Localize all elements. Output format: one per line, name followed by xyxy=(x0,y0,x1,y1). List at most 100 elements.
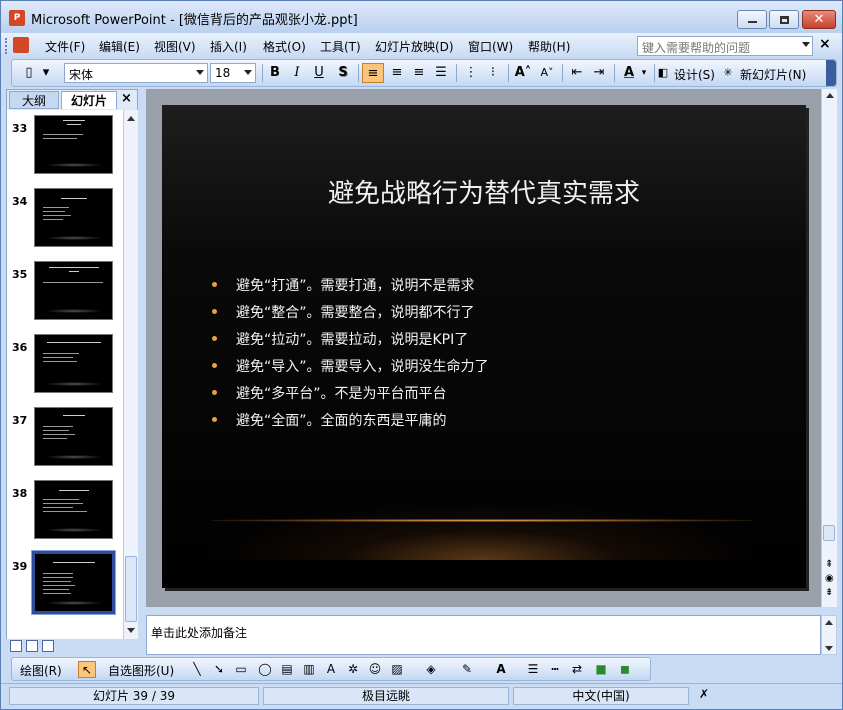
new-document-icon[interactable]: ▯ xyxy=(18,63,40,83)
window-title: Microsoft PowerPoint - [微信背后的产品观张小龙.ppt] xyxy=(31,13,358,28)
menu-insert[interactable]: 插入(I) xyxy=(210,38,247,55)
shadow-button[interactable]: S xyxy=(332,63,354,83)
bullet-text: 避免“打通”。需要打通，说明不是需求 xyxy=(236,278,475,294)
scroll-up-icon[interactable] xyxy=(826,93,834,98)
menu-edit[interactable]: 编辑(E) xyxy=(99,38,140,55)
numbered-list-icon[interactable]: ⋮ xyxy=(460,63,482,83)
next-slide-icon[interactable]: ⇟ xyxy=(825,587,833,599)
help-search-input[interactable]: 键入需要帮助的问题 xyxy=(637,36,813,56)
italic-button[interactable]: I xyxy=(286,63,308,83)
spelling-check-icon[interactable]: ✗ xyxy=(699,687,709,701)
font-color-dropdown-icon[interactable]: ▾ xyxy=(638,63,650,83)
line-color-icon[interactable]: ✎ xyxy=(458,661,476,678)
arrow-style-icon[interactable]: ⇄ xyxy=(568,661,586,678)
scrollbar-thumb[interactable] xyxy=(125,556,137,622)
thumbnail-text-line xyxy=(43,511,87,512)
slide-scrollbar[interactable]: ⇞ ◉ ⇟ xyxy=(821,89,837,607)
slide-title[interactable]: 避免战略行为替代真实需求 xyxy=(162,173,806,210)
align-center-icon[interactable]: ≡ xyxy=(386,63,408,83)
maximize-button[interactable] xyxy=(769,10,799,29)
menu-format[interactable]: 格式(O) xyxy=(263,38,306,55)
shadow-style-icon[interactable]: ■ xyxy=(592,661,610,678)
diagram-icon[interactable]: ✲ xyxy=(344,661,362,678)
slide-thumbnail-selected[interactable] xyxy=(31,550,116,615)
select-objects-icon[interactable]: ↖ xyxy=(78,661,96,678)
document-close-button[interactable]: × xyxy=(819,36,831,52)
menu-grip-handle[interactable] xyxy=(5,38,8,54)
notes-pane[interactable]: 单击此处添加备注 xyxy=(146,615,821,655)
underline-button[interactable]: U xyxy=(308,63,330,83)
slide-thumbnail[interactable] xyxy=(34,115,113,174)
scroll-up-icon[interactable] xyxy=(825,620,833,625)
font-color-icon[interactable]: A xyxy=(618,63,640,83)
scroll-down-icon[interactable] xyxy=(127,628,135,633)
document-icon[interactable] xyxy=(13,37,29,53)
slide-thumbnail[interactable] xyxy=(34,407,113,466)
thumbnail-text-line xyxy=(43,573,73,574)
vertical-textbox-icon[interactable]: ▥ xyxy=(300,661,318,678)
line-icon[interactable]: ╲ xyxy=(188,661,206,678)
slide-thumbnail[interactable] xyxy=(34,334,113,393)
notes-scrollbar[interactable] xyxy=(821,615,837,655)
align-right-icon[interactable]: ≡ xyxy=(408,63,430,83)
scrollbar-thumb[interactable] xyxy=(823,525,835,541)
toolbar-overflow-button[interactable] xyxy=(826,60,836,86)
menu-help[interactable]: 帮助(H) xyxy=(528,38,570,55)
select-object-icon[interactable]: ◉ xyxy=(825,573,834,585)
menu-slideshow[interactable]: 幻灯片放映(D) xyxy=(375,38,454,55)
toolbar-options-icon[interactable]: ▾ xyxy=(40,63,52,83)
slideshow-view-icon[interactable] xyxy=(42,640,54,652)
menu-file[interactable]: 文件(F) xyxy=(45,38,85,55)
normal-view-icon[interactable] xyxy=(10,640,22,652)
bold-button[interactable]: B xyxy=(264,63,286,83)
slide-bullet-list[interactable]: 避免“打通”。需要打通，说明不是需求 避免“整合”。需要整合，说明都不行了 避免… xyxy=(212,275,489,437)
font-name-select[interactable]: 宋体 xyxy=(64,63,208,83)
decrease-font-icon[interactable]: A˅ xyxy=(536,63,558,83)
autoshapes-button[interactable]: 自选图形(U) xyxy=(108,662,174,679)
justify-icon[interactable]: ☰ xyxy=(430,63,452,83)
previous-slide-icon[interactable]: ⇞ xyxy=(825,559,833,571)
current-slide[interactable]: 避免战略行为替代真实需求 避免“打通”。需要打通，说明不是需求 避免“整合”。需… xyxy=(162,105,806,588)
minimize-button[interactable] xyxy=(737,10,767,29)
thumbnail-glow xyxy=(45,455,103,459)
tab-slides[interactable]: 幻灯片 xyxy=(61,91,117,109)
menu-tools[interactable]: 工具(T) xyxy=(320,38,361,55)
thumbnail-scrollbar[interactable] xyxy=(123,110,138,640)
oval-icon[interactable]: ◯ xyxy=(256,661,274,678)
font-size-select[interactable]: 18 xyxy=(210,63,256,83)
chevron-down-icon[interactable] xyxy=(802,42,810,47)
design-button[interactable]: 设计(S) xyxy=(674,66,715,83)
bullet-list-icon[interactable]: ⁝ xyxy=(482,63,504,83)
slide-thumbnail[interactable] xyxy=(34,188,113,247)
increase-font-icon[interactable]: A˄ xyxy=(512,63,534,83)
tab-outline[interactable]: 大纲 xyxy=(9,91,59,109)
thumbnail-number: 38 xyxy=(12,487,28,500)
scroll-up-icon[interactable] xyxy=(127,116,135,121)
clipart-icon[interactable]: ☺ xyxy=(366,661,384,678)
rectangle-icon[interactable]: ▭ xyxy=(232,661,250,678)
increase-indent-icon[interactable]: ⇥ xyxy=(588,63,610,83)
toolbar-separator xyxy=(358,64,359,82)
slide-thumbnail[interactable] xyxy=(34,480,113,539)
menu-window[interactable]: 窗口(W) xyxy=(468,38,513,55)
align-left-icon[interactable]: ≡ xyxy=(362,63,384,83)
font-color-icon[interactable]: A xyxy=(492,661,510,678)
textbox-icon[interactable]: ▤ xyxy=(278,661,296,678)
powerpoint-icon[interactable]: P xyxy=(9,10,25,26)
close-button[interactable]: ✕ xyxy=(802,10,836,29)
fill-color-icon[interactable]: ◈ xyxy=(422,661,440,678)
arrow-icon[interactable]: ➘ xyxy=(210,661,228,678)
slide-sorter-view-icon[interactable] xyxy=(26,640,38,652)
panel-close-button[interactable]: × xyxy=(121,91,132,106)
menu-view[interactable]: 视图(V) xyxy=(154,38,196,55)
line-style-icon[interactable]: ☰ xyxy=(524,661,542,678)
scroll-down-icon[interactable] xyxy=(825,646,833,651)
new-slide-button[interactable]: 新幻灯片(N) xyxy=(740,66,806,83)
picture-icon[interactable]: ▨ xyxy=(388,661,406,678)
draw-menu-button[interactable]: 绘图(R) xyxy=(20,662,62,679)
slide-thumbnail[interactable] xyxy=(34,261,113,320)
wordart-icon[interactable]: A xyxy=(322,661,340,678)
dash-style-icon[interactable]: ┅ xyxy=(546,661,564,678)
3d-style-icon[interactable]: ◼ xyxy=(616,661,634,678)
decrease-indent-icon[interactable]: ⇤ xyxy=(566,63,588,83)
